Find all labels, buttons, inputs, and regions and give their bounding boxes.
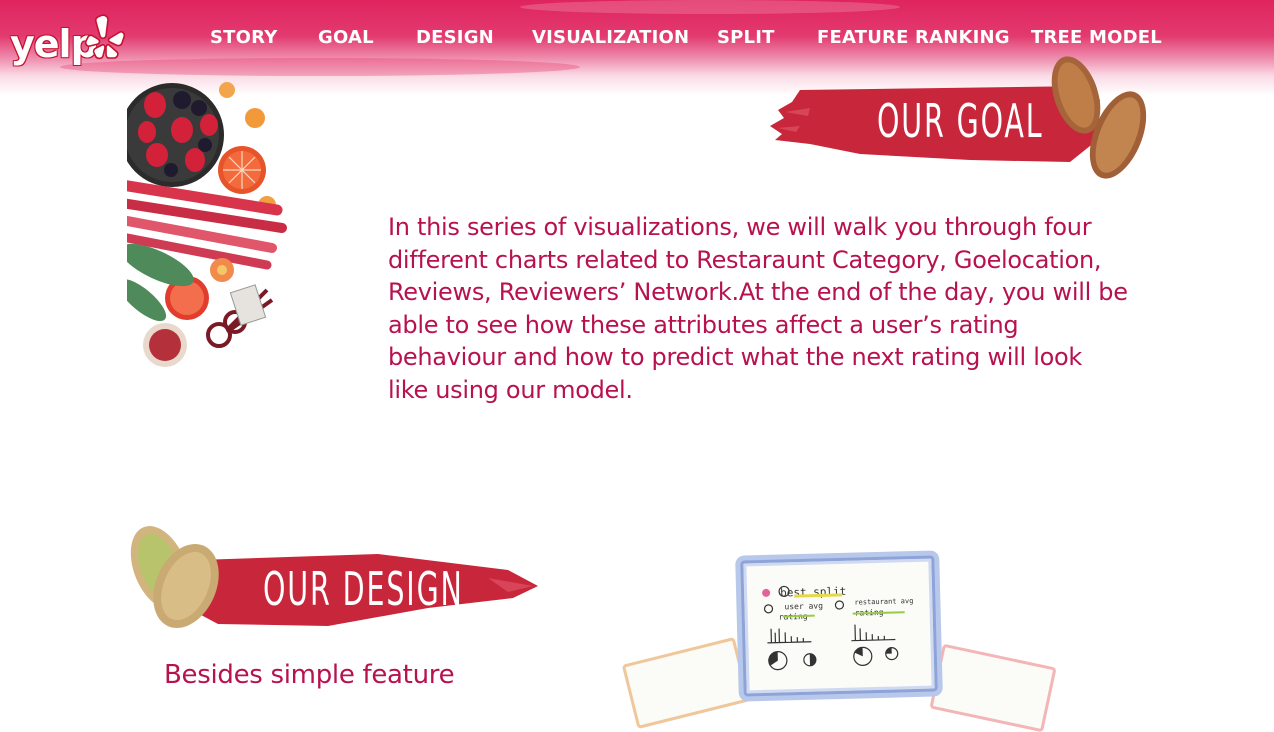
nav-visualization[interactable]: VISUALIZATION	[532, 27, 689, 48]
main-nav: STORY GOAL DESIGN VISUALIZATION SPLIT FE…	[0, 27, 1274, 53]
almond-icon	[1051, 56, 1147, 179]
sketch-card-best-split: best split user avg rating restaurant av…	[740, 555, 938, 697]
nav-goal[interactable]: GOAL	[318, 27, 374, 48]
sketch-card-left	[621, 636, 751, 730]
nav-tree-model[interactable]: TREE MODEL	[1031, 27, 1162, 48]
goal-description: In this series of visualizations, we wil…	[388, 213, 1128, 404]
nav-feature-ranking[interactable]: FEATURE RANKING	[817, 27, 1010, 48]
header-brush-streak	[520, 0, 900, 14]
sketch-card-right	[929, 643, 1057, 732]
nav-story[interactable]: STORY	[210, 27, 277, 48]
design-banner: OUR DESIGN	[128, 520, 540, 628]
design-title: OUR DESIGN	[263, 562, 464, 616]
food-illustration	[127, 82, 287, 367]
nav-split[interactable]: SPLIT	[717, 27, 775, 48]
sketch-drawing	[762, 585, 905, 671]
design-description: Besides simple feature	[164, 660, 455, 690]
goal-title: OUR GOAL	[877, 94, 1044, 148]
nav-design[interactable]: DESIGN	[416, 27, 494, 48]
